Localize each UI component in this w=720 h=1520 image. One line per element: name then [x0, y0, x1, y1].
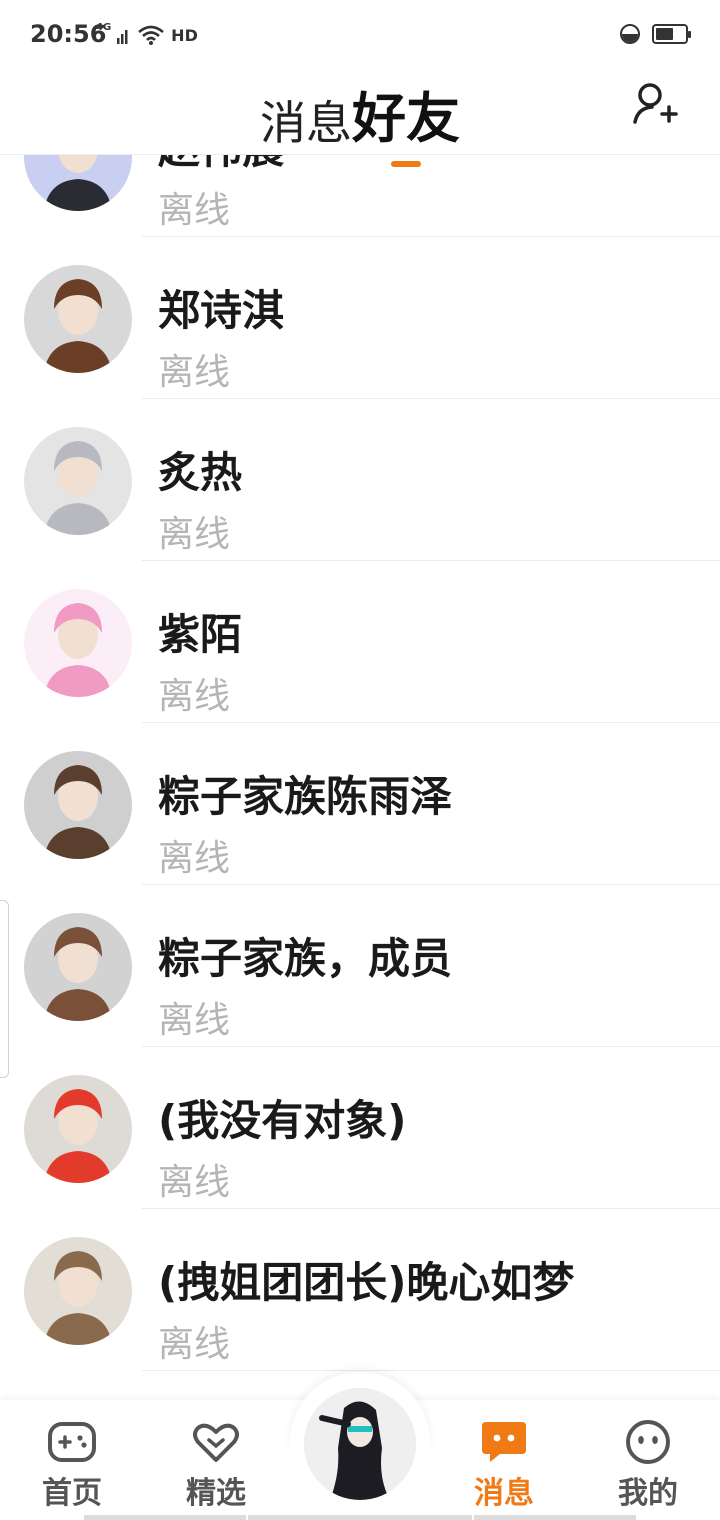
dnd-icon [620, 24, 640, 44]
nav-featured-label: 精选 [186, 1476, 246, 1511]
friend-list-item[interactable]: (我没有对象) 离线 [0, 1047, 720, 1209]
gesture-bar-left [84, 1515, 246, 1520]
battery-icon [652, 24, 691, 44]
friend-list-item[interactable]: 郑诗淇 离线 [0, 237, 720, 399]
friend-name: (我没有对象) [158, 1096, 407, 1145]
friend-status: 离线 [158, 1324, 231, 1365]
tab-friends-label: 好友 [352, 87, 460, 150]
friend-name: 炙热 [158, 448, 243, 497]
chat-bubble-icon [482, 1422, 526, 1462]
friend-list-item[interactable]: 紫陌 离线 [0, 561, 720, 723]
heart-icon [193, 1423, 239, 1462]
friend-status: 离线 [158, 514, 231, 555]
friend-name: (拽姐团团长)晚心如梦 [158, 1258, 575, 1307]
friend-list-item[interactable]: 赵伟晨离线 [0, 155, 720, 237]
avatar[interactable] [24, 589, 132, 697]
wifi-icon [138, 25, 165, 45]
avatar[interactable] [24, 427, 132, 535]
avatar[interactable] [24, 913, 132, 1021]
header: 消息好友 [0, 70, 720, 167]
center-avatar-button[interactable] [304, 1388, 416, 1500]
gamepad-icon [48, 1422, 96, 1462]
nav-messages[interactable]: 消息 [444, 1418, 564, 1512]
nav-home-label: 首页 [42, 1476, 102, 1511]
friend-list-item[interactable]: 粽子家族陈雨泽 离线 [0, 723, 720, 885]
avatar [304, 1388, 416, 1500]
friend-name: 粽子家族，成员 [158, 934, 453, 983]
friend-status: 离线 [158, 1000, 231, 1041]
nav-featured[interactable]: 精选 [156, 1418, 276, 1512]
friend-list[interactable]: 赵伟晨离线郑诗淇离线炙热离线紫陌离线粽子家族陈雨泽离线粽子家族，成员离线(我没有… [0, 155, 720, 1400]
friend-status: 离线 [158, 190, 231, 231]
friend-status: 离线 [158, 352, 231, 393]
friend-list-item[interactable]: (拽姐团团长)晚心如梦离线 [0, 1209, 720, 1371]
divider [142, 1370, 720, 1371]
friend-name: 郑诗淇 [158, 286, 285, 335]
friend-name: 紫陌 [158, 610, 243, 659]
tab-messages[interactable]: 消息 [260, 87, 352, 153]
add-friend-icon[interactable] [632, 80, 680, 128]
nav-me[interactable]: 我的 [588, 1418, 708, 1512]
gesture-bar-right [474, 1515, 636, 1520]
nav-home[interactable]: 首页 [12, 1418, 132, 1512]
avatar[interactable] [24, 751, 132, 859]
avatar[interactable] [24, 155, 132, 211]
network-type: 4G [96, 22, 112, 33]
friend-name: 粽子家族陈雨泽 [158, 772, 453, 821]
friend-status: 离线 [158, 1162, 231, 1203]
status-bar: 20:56 4G HD [0, 0, 720, 70]
avatar[interactable] [24, 1075, 132, 1183]
gesture-bar-center [248, 1515, 472, 1520]
friend-status: 离线 [158, 838, 231, 879]
friend-list-item[interactable]: 粽子家族，成员离线 [0, 885, 720, 1047]
avatar[interactable] [24, 1237, 132, 1345]
tab-friends[interactable]: 好友 [352, 74, 460, 167]
face-icon [626, 1420, 670, 1464]
nav-messages-label: 消息 [474, 1476, 534, 1511]
status-icons: 4G HD [96, 22, 198, 48]
tab-bar: 消息好友 [0, 74, 720, 167]
side-drawer-handle[interactable] [0, 900, 9, 1078]
friend-list-item[interactable]: 炙热 离线 [0, 399, 720, 561]
avatar[interactable] [24, 265, 132, 373]
status-time: 20:56 [30, 20, 107, 48]
friend-name: 赵伟晨 [158, 155, 284, 176]
nav-me-label: 我的 [618, 1476, 678, 1511]
battery-area [620, 24, 691, 44]
signal-icon [117, 30, 128, 44]
friend-status: 离线 [158, 676, 231, 717]
hd-icon: HD [171, 25, 198, 45]
